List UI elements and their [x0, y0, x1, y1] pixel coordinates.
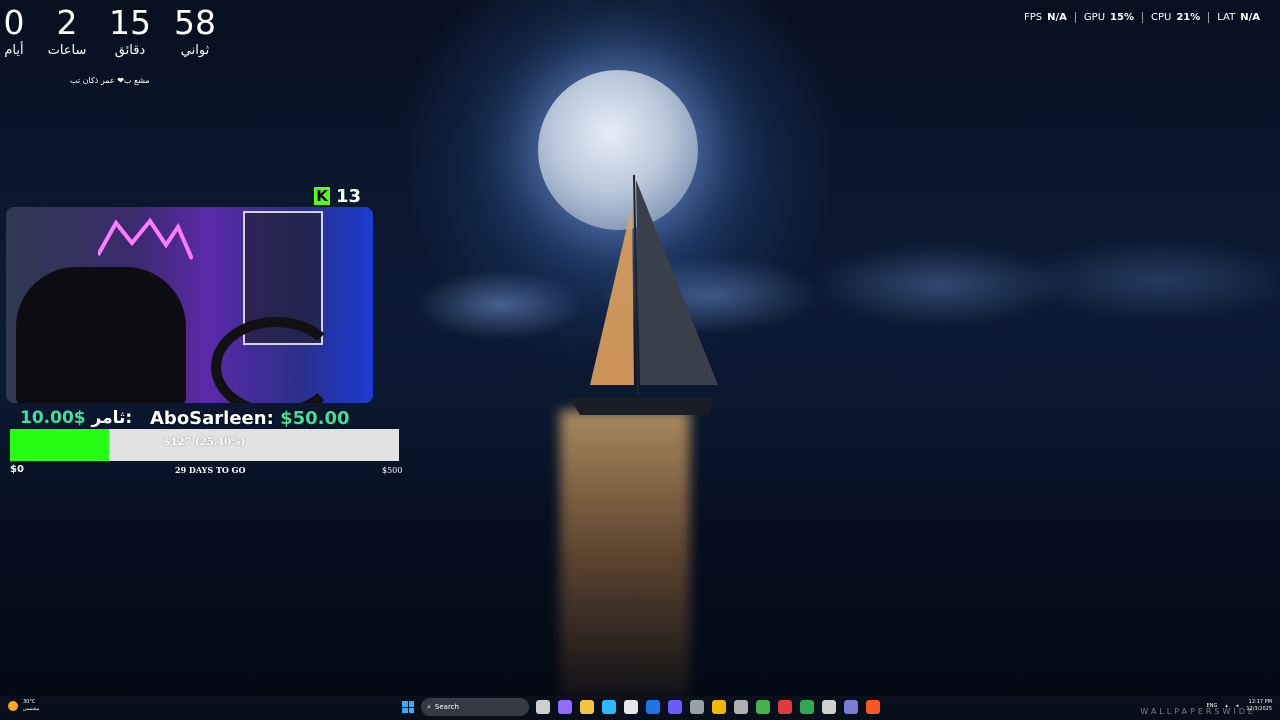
donation-recent: 10.00$ ثامر: [20, 408, 132, 428]
steam-icon[interactable] [690, 700, 704, 714]
minutes-value: 15 [109, 3, 151, 42]
task-view-icon[interactable] [536, 700, 550, 714]
weather-text: 30°C مشمس [23, 699, 39, 713]
stat-lat: LAT N/A [1208, 12, 1268, 23]
settings-icon[interactable] [822, 700, 836, 714]
minutes-label: دقائق [114, 43, 146, 58]
moon-reflection [560, 410, 690, 700]
app-red-icon[interactable] [778, 700, 792, 714]
seconds-label: ثواني [180, 43, 210, 58]
weather-desc: مشمس [23, 706, 40, 712]
clock-time: 12:17 PM [1248, 699, 1272, 705]
taskbar-search[interactable]: ⌕ Search [421, 698, 529, 716]
stat-cpu: CPU 21% [1141, 12, 1208, 23]
stat-value: 21% [1176, 12, 1201, 23]
donation-amount: 10.00$ [20, 408, 86, 428]
goal-progress-text: $127 (25.40%) [163, 437, 246, 448]
stat-fps: FPS N/A [1016, 12, 1075, 23]
stat-label: FPS [1024, 12, 1043, 23]
top-donor-name: AboSarleen: [150, 408, 274, 429]
app-blue-icon[interactable] [844, 700, 858, 714]
donor-name: ثامر: [91, 408, 133, 428]
stat-value: 15% [1110, 12, 1134, 23]
weather-widget[interactable]: 30°C مشمس [8, 699, 39, 713]
app-icon[interactable] [756, 700, 770, 714]
taskbar: 30°C مشمس ⌕ Search ENG ▴ ◂ 12:17 PM 12/3… [0, 696, 1280, 720]
discord-icon[interactable] [668, 700, 682, 714]
donation-goal-bar: $127 (25.40%) [10, 429, 399, 461]
stat-gpu: GPU 15% [1074, 12, 1142, 23]
top-donor-amount: $50.00 [280, 408, 350, 429]
webcam-feed [6, 207, 373, 403]
donation-top: AboSarleen: $50.00 [150, 408, 350, 429]
search-placeholder: Search [434, 703, 459, 711]
sun-icon [8, 701, 18, 711]
windows-start-icon[interactable] [402, 701, 414, 713]
goal-days-left: 29 DAYS TO GO [175, 465, 246, 475]
wallpaper-watermark: WALLPAPERSWIDE [1140, 707, 1256, 716]
viewer-count: 13 [336, 185, 362, 207]
clouds-wallpaper [380, 225, 1280, 385]
chrome-icon[interactable] [712, 700, 726, 714]
taskbar-apps [536, 700, 880, 714]
stat-label: CPU [1150, 12, 1172, 23]
hours-value: 2 [56, 3, 78, 42]
stat-label: GPU [1083, 12, 1106, 23]
countdown-subtitle: مشع ب❤ عمر ذكان تب [70, 76, 150, 85]
goal-max: $500 [382, 466, 403, 475]
edge-icon[interactable] [602, 700, 616, 714]
file-explorer-icon[interactable] [580, 700, 594, 714]
kick-icon: K [314, 187, 330, 205]
sailboat-wallpaper [570, 174, 718, 415]
outlook-icon[interactable] [646, 700, 660, 714]
countdown-seconds: 58 ثواني [165, 4, 225, 60]
neon-light-icon [98, 217, 193, 260]
obs-icon[interactable] [734, 700, 748, 714]
countdown-minutes: 15 دقائق [100, 4, 160, 60]
app-orange-icon[interactable] [866, 700, 880, 714]
weather-temp: 30°C [23, 699, 36, 705]
viewer-count-badge: K 13 [314, 184, 366, 208]
stat-value: N/A [1240, 12, 1260, 23]
seconds-value: 58 [174, 3, 216, 42]
performance-overlay: FPS N/A GPU 15% CPU 21% LAT N/A [1016, 12, 1268, 23]
copilot-icon[interactable] [558, 700, 572, 714]
search-icon: ⌕ [427, 702, 431, 711]
hours-label: ساعات [47, 43, 87, 58]
store-icon[interactable] [624, 700, 638, 714]
countdown-hours: 2 ساعات [37, 4, 97, 60]
goal-min: $0 [10, 464, 24, 475]
stat-label: LAT [1217, 12, 1236, 23]
stat-value: N/A [1047, 12, 1067, 23]
xbox-icon[interactable] [800, 700, 814, 714]
gaming-chair [16, 267, 186, 403]
